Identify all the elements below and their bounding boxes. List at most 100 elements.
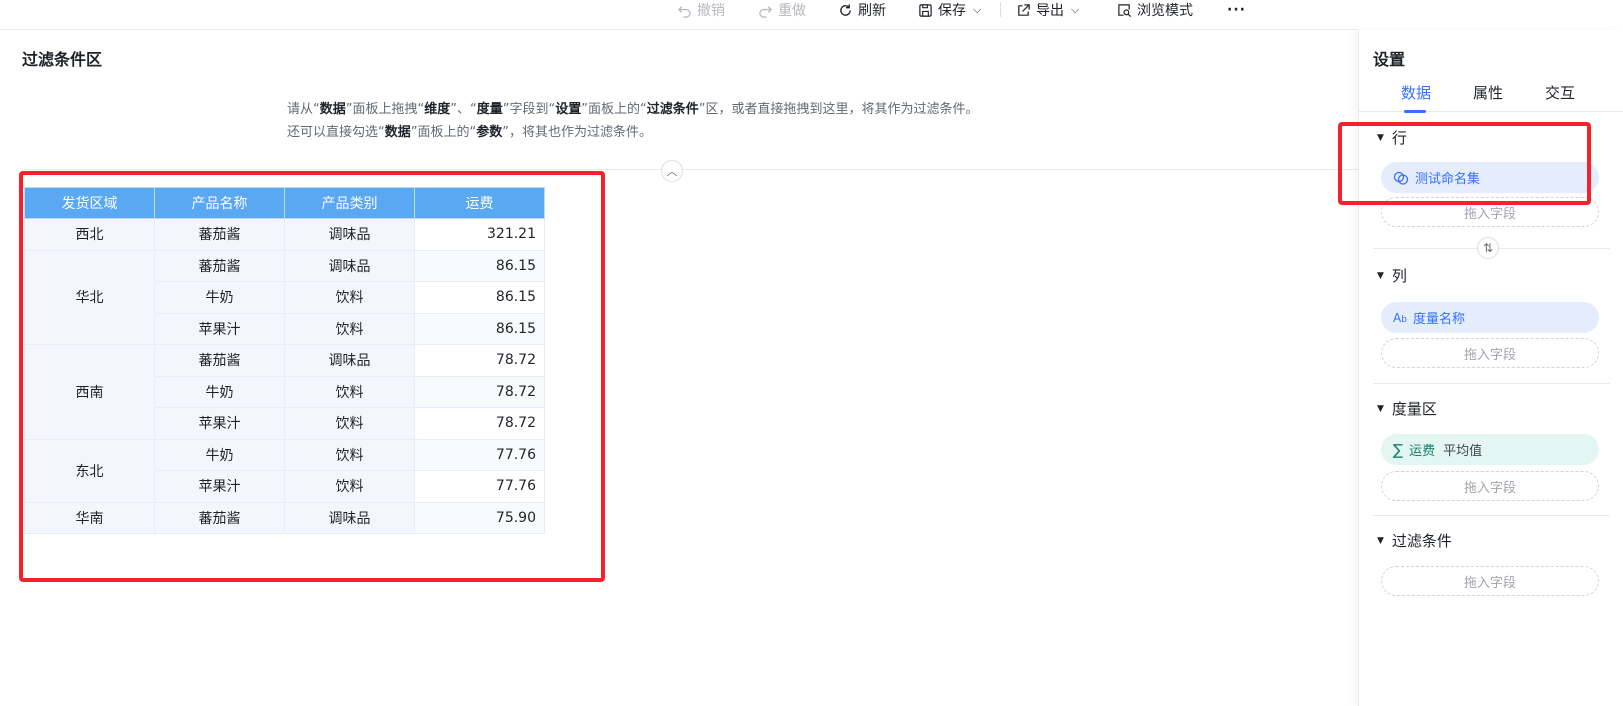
freight-cell: 78.72 [414, 407, 545, 440]
table-row: 西南 蕃茄酱 调味品 78.72 [24, 344, 545, 440]
chevron-down-icon: ⌵ [1071, 3, 1080, 16]
save-button[interactable]: 保存 ⌵ [918, 0, 981, 20]
category-cell: 饮料 [284, 438, 415, 471]
redo-icon [759, 5, 773, 18]
toolbar: 撤销 重做 刷新 保存 ⌵ 导出 ⌵ 浏览模式 ··· [0, 0, 1358, 30]
table-row: 东北 牛奶 饮料 77.76 [24, 438, 545, 503]
category-cell: 饮料 [284, 407, 415, 440]
region-cell: 西南 [24, 344, 155, 440]
chevron-down-icon: ▼ [1377, 535, 1384, 546]
measure-aggregation-label: 平均值 [1443, 444, 1483, 459]
product-cell: 牛奶 [154, 375, 285, 408]
category-cell: 调味品 [284, 218, 415, 251]
hint-text: ”面板上的“ [581, 102, 647, 117]
swap-icon: ⇅ [1482, 241, 1494, 255]
product-cell: 苹果汁 [154, 470, 285, 503]
filter-area-divider [22, 169, 1358, 170]
refresh-label: 刷新 [858, 3, 886, 19]
text-field-icon: Ab [1393, 310, 1407, 325]
hint-text: 请从“ [287, 102, 320, 117]
tab-data[interactable]: 数据 [1401, 82, 1431, 103]
column-field-label: 度量名称 [1412, 312, 1465, 327]
panel-tabs: 数据 属性 交互 [1359, 82, 1623, 113]
table-row: 华南 蕃茄酱 调味品 75.90 [24, 501, 545, 534]
tab-properties[interactable]: 属性 [1473, 82, 1503, 103]
settings-panel: 设置 数据 属性 交互 ▼ 行 测试命名集 拖入字段 ⇅ ▼ 列 Ab 度量名称… [1338, 30, 1623, 706]
column-header[interactable]: 运费 [414, 187, 545, 219]
preview-icon [1118, 3, 1132, 17]
category-cell: 饮料 [284, 312, 415, 345]
category-cell: 饮料 [284, 375, 415, 408]
category-cell: 调味品 [284, 344, 415, 377]
hint-text: ”字段到“ [502, 102, 556, 117]
filter-area-title: 过滤条件区 [22, 50, 103, 69]
swap-rows-columns-button[interactable]: ⇅ [1477, 237, 1499, 259]
column-drop-zone[interactable]: 拖入字段 [1381, 338, 1599, 368]
measure-field-pill[interactable]: ∑ 运费 平均值 [1381, 434, 1599, 465]
freight-cell: 321.21 [414, 218, 545, 251]
freight-cell: 86.15 [414, 281, 545, 314]
product-cell: 蕃茄酱 [154, 501, 285, 534]
tab-interaction[interactable]: 交互 [1545, 82, 1575, 103]
freight-cell: 77.76 [414, 470, 545, 503]
more-icon: ··· [1227, 2, 1246, 18]
column-header[interactable]: 产品类别 [284, 187, 415, 219]
save-label: 保存 [938, 3, 966, 19]
hint-keyword: 参数 [476, 125, 503, 140]
toolbar-divider [1000, 2, 1001, 17]
collapse-filter-button[interactable]: ︿ [661, 160, 683, 182]
panel-title: 设置 [1373, 50, 1406, 69]
column-header[interactable]: 发货区域 [24, 187, 155, 219]
freight-cell: 78.72 [414, 375, 545, 408]
named-set-icon [1393, 171, 1409, 185]
hint-keyword: 数据 [319, 102, 346, 117]
row-field-pill[interactable]: 测试命名集 [1381, 162, 1599, 193]
measure-field-label: 运费 [1409, 444, 1436, 459]
chevron-down-icon: ⌵ [973, 3, 982, 16]
hint-text: ”，将其也作为过滤条件。 [502, 125, 653, 140]
undo-icon [677, 5, 691, 18]
undo-button[interactable]: 撤销 [677, 0, 725, 20]
browse-mode-button[interactable]: 浏览模式 [1117, 0, 1193, 20]
chevron-down-icon: ▼ [1377, 403, 1384, 414]
product-cell: 苹果汁 [154, 312, 285, 345]
freight-cell: 78.72 [414, 344, 545, 377]
hint-keyword: 度量 [476, 102, 503, 117]
redo-label: 重做 [778, 3, 806, 19]
section-row-header[interactable]: ▼ 行 [1377, 127, 1407, 148]
hint-keyword: 维度 [424, 102, 451, 117]
chevron-up-icon: ︿ [666, 165, 678, 178]
more-button[interactable]: ··· [1227, 0, 1246, 20]
canvas-area: 过滤条件区 请从“数据”面板上拖拽“维度”、“度量”字段到“设置”面板上的“过滤… [0, 30, 1358, 706]
chevron-down-icon: ▼ [1377, 132, 1384, 143]
region-cell: 西北 [24, 218, 155, 251]
hint-text: ”、“ [450, 102, 477, 117]
category-cell: 饮料 [284, 281, 415, 314]
section-divider [1373, 515, 1610, 516]
region-cell: 华北 [24, 249, 155, 345]
table-row: 华北 蕃茄酱 调味品 86.15 [24, 249, 545, 345]
export-label: 导出 [1036, 3, 1064, 19]
category-cell: 调味品 [284, 249, 415, 282]
refresh-icon [840, 3, 851, 16]
hint-text: ”区，或者直接拖拽到这里，将其作为过滤条件。 [698, 102, 979, 117]
redo-button[interactable]: 重做 [758, 0, 806, 20]
export-button[interactable]: 导出 ⌵ [1016, 0, 1079, 20]
row-drop-zone[interactable]: 拖入字段 [1381, 197, 1599, 227]
product-cell: 蕃茄酱 [154, 344, 285, 377]
filter-drop-zone[interactable]: 拖入字段 [1381, 566, 1599, 596]
section-column-header[interactable]: ▼ 列 [1377, 265, 1407, 286]
section-column-label: 列 [1391, 267, 1407, 285]
column-field-pill[interactable]: Ab 度量名称 [1381, 302, 1599, 333]
refresh-button[interactable]: 刷新 [838, 0, 886, 20]
column-header[interactable]: 产品名称 [154, 187, 285, 219]
sigma-icon: ∑ [1393, 440, 1404, 459]
freight-cell: 86.15 [414, 312, 545, 345]
section-filter-header[interactable]: ▼ 过滤条件 [1377, 530, 1452, 551]
measure-drop-zone[interactable]: 拖入字段 [1381, 471, 1599, 501]
hint-keyword: 设置 [555, 102, 582, 117]
section-measure-header[interactable]: ▼ 度量区 [1377, 398, 1437, 419]
product-cell: 蕃茄酱 [154, 218, 285, 251]
region-cell: 东北 [24, 438, 155, 503]
section-row-label: 行 [1391, 129, 1407, 147]
